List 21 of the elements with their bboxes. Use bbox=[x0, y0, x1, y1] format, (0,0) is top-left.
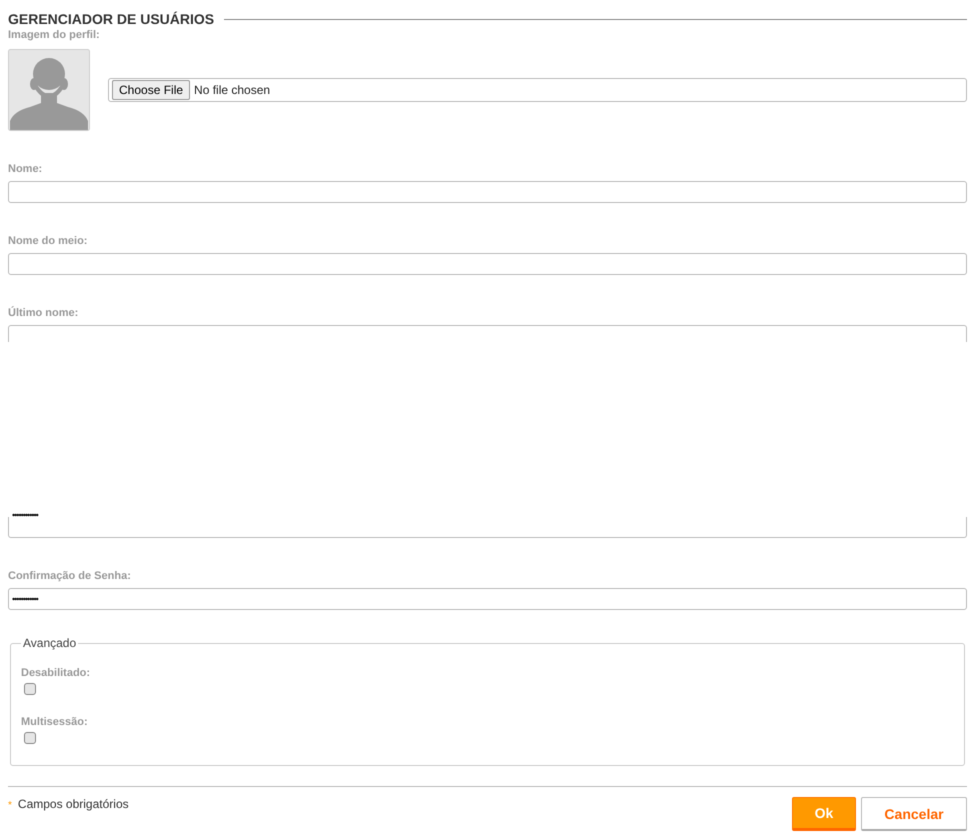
input-field[interactable] bbox=[8, 253, 967, 275]
avatar-placeholder-icon bbox=[8, 49, 90, 131]
field-label: Último nome: bbox=[8, 306, 80, 320]
checkbox[interactable] bbox=[24, 732, 36, 744]
file-input[interactable]: Choose File No file chosen bbox=[108, 78, 967, 102]
option-label: Multisessão: bbox=[21, 715, 89, 729]
checkbox[interactable] bbox=[24, 683, 36, 695]
file-status: No file chosen bbox=[194, 83, 270, 97]
input-field[interactable] bbox=[8, 181, 967, 203]
field-label: Nome: bbox=[8, 162, 44, 176]
option-label: Desabilitado: bbox=[21, 666, 92, 680]
field-label: Confirmação de Senha: bbox=[8, 569, 132, 583]
input-field[interactable] bbox=[8, 325, 967, 342]
input-field[interactable]: •••••••••••• bbox=[8, 588, 967, 610]
required-note: Campos obrigatórios bbox=[18, 797, 129, 811]
choose-file-button[interactable]: Choose File bbox=[112, 80, 190, 100]
section-title: GERENCIADOR DE USUÁRIOS bbox=[8, 11, 214, 27]
field-label: Nome do meio: bbox=[8, 234, 88, 248]
panel-legend: Avançado bbox=[21, 636, 78, 650]
field-label: Imagem do perfil: bbox=[8, 28, 101, 42]
required-mark: * bbox=[8, 800, 12, 811]
